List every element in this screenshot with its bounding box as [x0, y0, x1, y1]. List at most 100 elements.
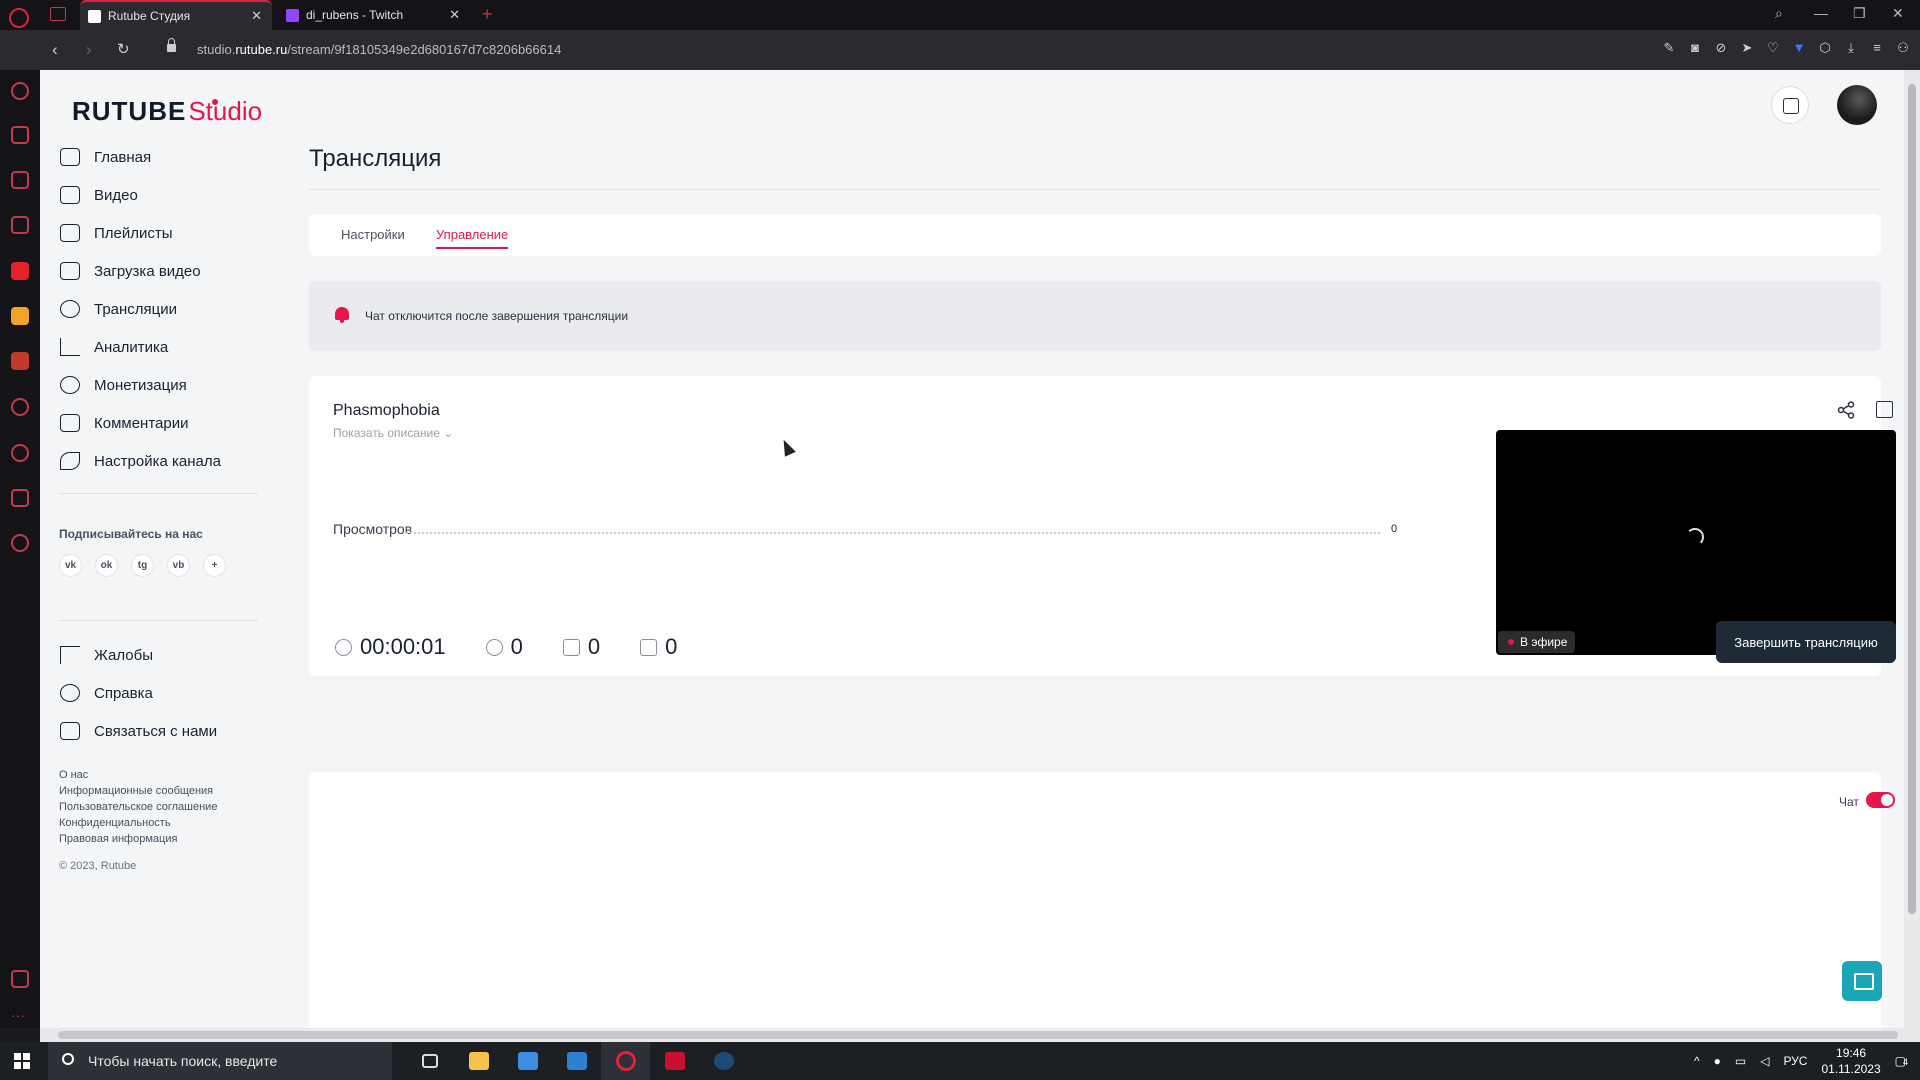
- url-field[interactable]: studio.rutube.ru/stream/9f18105349e2d680…: [197, 42, 561, 57]
- twitch-icon[interactable]: [11, 171, 29, 189]
- download-icon[interactable]: ⤓: [1844, 40, 1858, 56]
- sidebar-item-playlists[interactable]: Плейлисты: [40, 214, 260, 252]
- task-view-icon[interactable]: [405, 1042, 454, 1080]
- opera-taskbar-icon[interactable]: [601, 1042, 650, 1080]
- share-icon[interactable]: [1837, 401, 1855, 419]
- support-chat-button[interactable]: [1842, 961, 1882, 1001]
- opera-logo-icon[interactable]: [9, 8, 29, 28]
- footer-link-legal[interactable]: Правовая информация: [59, 831, 217, 847]
- sidebar-item-broadcasts[interactable]: Трансляции: [40, 290, 260, 328]
- volume-icon[interactable]: ◁: [1760, 1054, 1769, 1068]
- extensions-icon[interactable]: [11, 489, 29, 507]
- viber-icon[interactable]: vb: [167, 554, 190, 577]
- new-tab-icon[interactable]: +: [482, 4, 493, 25]
- footer-link-privacy[interactable]: Конфиденциальность: [59, 815, 217, 831]
- player-circle-icon[interactable]: [11, 398, 29, 416]
- tab-twitch[interactable]: di_rubens - Twitch ✕: [278, 0, 470, 30]
- adblock-icon[interactable]: ⊘: [1714, 40, 1728, 56]
- horizontal-scrollbar[interactable]: [40, 1028, 1920, 1042]
- mail-icon[interactable]: [552, 1042, 601, 1080]
- more-icon[interactable]: +: [203, 554, 226, 577]
- duration-stat: 00:00:01: [335, 634, 446, 660]
- close-tab-icon[interactable]: ✕: [449, 7, 460, 23]
- store-icon[interactable]: [503, 1042, 552, 1080]
- close-tab-icon[interactable]: ✕: [251, 8, 262, 24]
- send-icon[interactable]: ➤: [1740, 40, 1754, 56]
- app-icon[interactable]: [11, 352, 29, 370]
- edit-icon[interactable]: ✎: [1662, 40, 1676, 56]
- channel-settings-icon: [60, 452, 80, 470]
- settings-icon[interactable]: [11, 534, 29, 552]
- shopping-icon[interactable]: [11, 126, 29, 144]
- microphone-icon[interactable]: ●: [1714, 1054, 1721, 1068]
- sidebar-item-upload[interactable]: Загрузка видео: [40, 252, 260, 290]
- reload-icon[interactable]: ↻: [117, 40, 130, 60]
- odnoklassniki-icon[interactable]: ok: [95, 554, 118, 577]
- forward-icon[interactable]: ›: [86, 40, 92, 60]
- sidebar-item-comments[interactable]: Комментарии: [40, 404, 260, 442]
- menu-icon[interactable]: ≡: [1870, 40, 1884, 56]
- broadcast-icon: [60, 300, 80, 318]
- avatar[interactable]: [1837, 85, 1877, 125]
- copyright: © 2023, Rutube: [59, 860, 137, 872]
- box-icon[interactable]: ⬡: [1818, 40, 1832, 56]
- windows-start-icon[interactable]: [14, 1053, 30, 1069]
- notifications-icon[interactable]: ▢4: [1895, 1054, 1908, 1068]
- heart-icon[interactable]: ♡: [1766, 40, 1780, 56]
- chat-toggle[interactable]: [1866, 792, 1895, 808]
- sidebar-item-contact[interactable]: Связаться с нами: [40, 712, 260, 750]
- sidebar-item-monetization[interactable]: Монетизация: [40, 366, 260, 404]
- tab-management[interactable]: Управление: [436, 227, 509, 249]
- workspace-icon[interactable]: [50, 7, 66, 21]
- scroll-thumb[interactable]: [1908, 84, 1916, 914]
- minimize-icon[interactable]: —: [1814, 5, 1828, 21]
- language-indicator[interactable]: РУС: [1783, 1054, 1807, 1068]
- sidebar-item-analytics[interactable]: Аналитика: [40, 328, 260, 366]
- footer-link-about[interactable]: О нас: [59, 767, 217, 783]
- restore-icon[interactable]: ❐: [1853, 5, 1866, 22]
- sidebar-item-complaints[interactable]: Жалобы: [40, 636, 260, 674]
- file-explorer-icon[interactable]: [454, 1042, 503, 1080]
- rutube-studio-logo[interactable]: RUTUBEStudio: [72, 96, 262, 127]
- steam-icon[interactable]: [699, 1042, 748, 1080]
- footer-link-terms[interactable]: Пользовательское соглашение: [59, 799, 217, 815]
- thumbs-down-icon: [640, 638, 658, 656]
- clock[interactable]: 19:46 01.11.2023: [1821, 1045, 1880, 1077]
- yandex-icon[interactable]: [11, 262, 29, 280]
- player-icon[interactable]: [11, 216, 29, 234]
- live-badge: В эфире: [1498, 631, 1576, 653]
- vk-icon[interactable]: vk: [59, 554, 82, 577]
- sidebar-item-home[interactable]: Главная: [40, 138, 260, 176]
- cart-icon[interactable]: ▼: [1792, 40, 1806, 56]
- gallery-icon[interactable]: [11, 970, 29, 988]
- camera-icon[interactable]: ◙: [1688, 40, 1702, 56]
- sidebar-item-help[interactable]: Справка: [40, 674, 260, 712]
- back-icon[interactable]: ‹: [52, 40, 58, 60]
- telegram-icon[interactable]: tg: [131, 554, 154, 577]
- end-stream-button[interactable]: Завершить трансляцию: [1716, 621, 1896, 663]
- scroll-thumb[interactable]: [58, 1031, 1898, 1039]
- sidebar-item-video[interactable]: Видео: [40, 176, 260, 214]
- speed-dial-icon[interactable]: [11, 82, 29, 100]
- dislikes-stat: 0: [640, 634, 677, 660]
- profile-icon[interactable]: ⚇: [1896, 40, 1910, 56]
- tab-rutube-studio[interactable]: Rutube Студия ✕: [80, 0, 272, 30]
- close-window-icon[interactable]: ✕: [1892, 5, 1904, 22]
- mail-app-icon[interactable]: [11, 307, 29, 325]
- taskbar-search[interactable]: Чтобы начать поиск, введите: [48, 1042, 392, 1080]
- upload-button[interactable]: [1771, 86, 1809, 124]
- tab-settings[interactable]: Настройки: [341, 227, 405, 242]
- network-icon[interactable]: ▭: [1735, 1054, 1746, 1068]
- vertical-scrollbar[interactable]: [1904, 70, 1920, 1028]
- show-description-toggle[interactable]: Показать описание ⌄: [333, 426, 453, 440]
- search-tabs-icon[interactable]: ⌕: [1775, 5, 1783, 22]
- amd-icon[interactable]: [650, 1042, 699, 1080]
- more-options-icon[interactable]: ···: [11, 1008, 29, 1028]
- chat-notice: Чат отключится после завершения трансляц…: [309, 281, 1881, 351]
- address-bar: ‹ › ↻ studio.rutube.ru/stream/9f18105349…: [0, 30, 1920, 70]
- footer-link-info[interactable]: Информационные сообщения: [59, 783, 217, 799]
- open-external-icon[interactable]: [1876, 401, 1893, 418]
- history-icon[interactable]: [11, 444, 29, 462]
- chevron-up-icon[interactable]: ^: [1694, 1054, 1700, 1068]
- sidebar-item-channel-settings[interactable]: Настройка канала: [40, 442, 260, 480]
